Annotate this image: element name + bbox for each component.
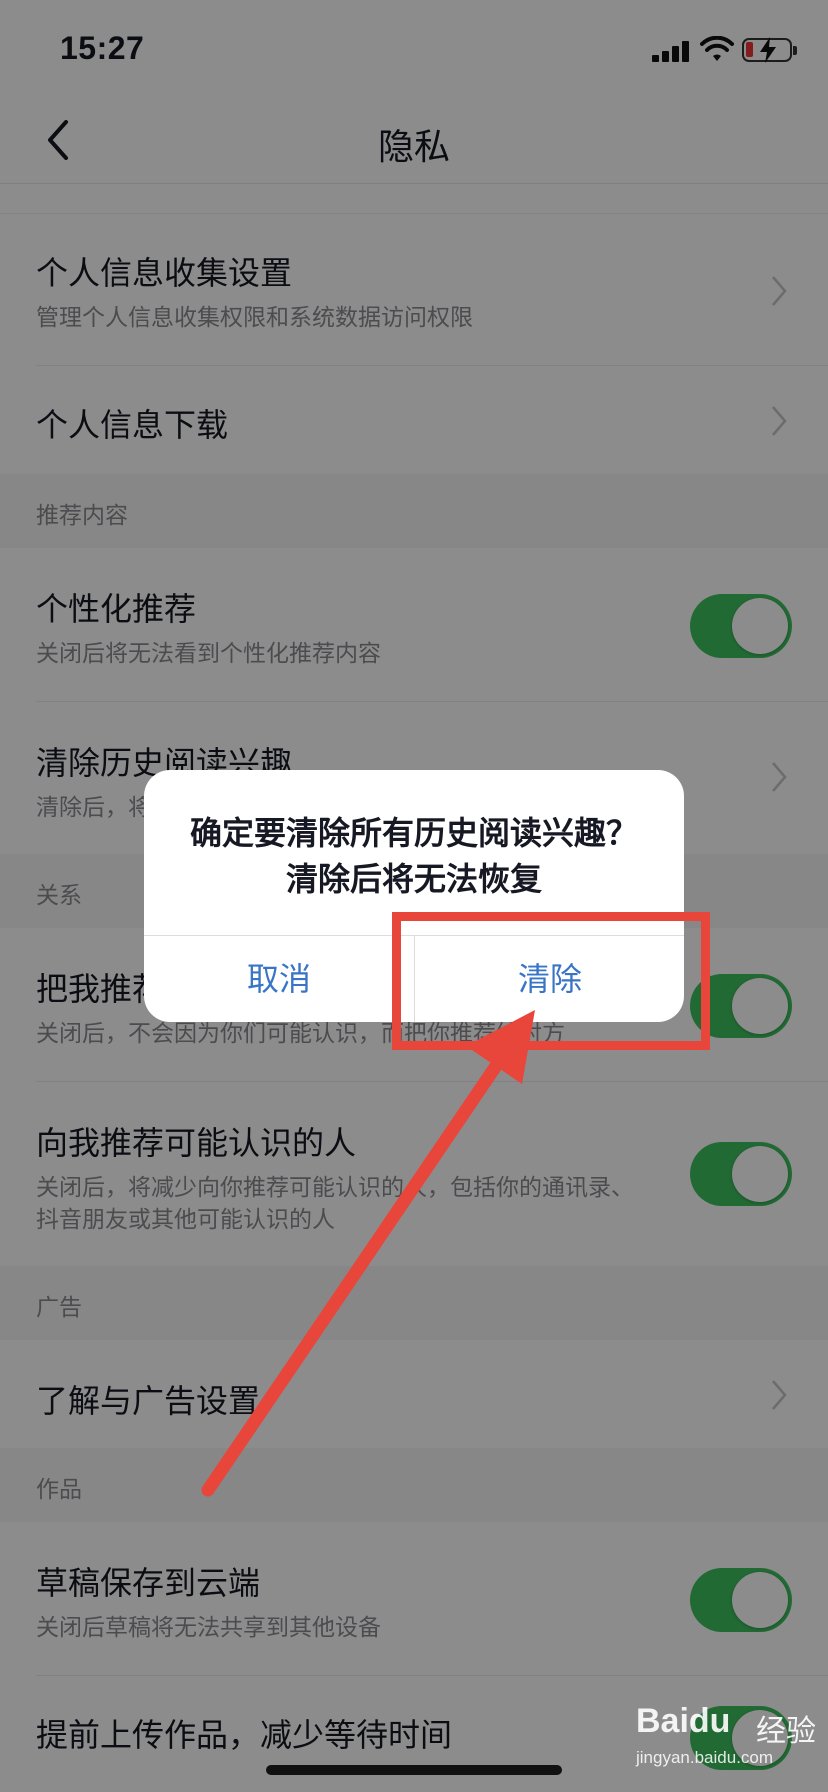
annotation-highlight-box: [392, 912, 710, 1050]
watermark-text: 经验: [756, 1714, 816, 1749]
watermark-logo: Baidu: [636, 1702, 731, 1740]
watermark-url: jingyan.baidu.com: [636, 1748, 774, 1767]
baidu-watermark: Baidu 经验 jingyan.baidu.com: [632, 1696, 828, 1776]
dialog-message: 确定要清除所有历史阅读兴趣？清除后将无法恢复: [189, 814, 638, 898]
cancel-button[interactable]: 取消: [144, 936, 414, 1022]
home-indicator: [266, 1765, 562, 1775]
privacy-screen: 15:27 隐私 个人信息收集设置 管理个人信息收集权限和系统数据访问权限 个人…: [0, 0, 828, 1792]
